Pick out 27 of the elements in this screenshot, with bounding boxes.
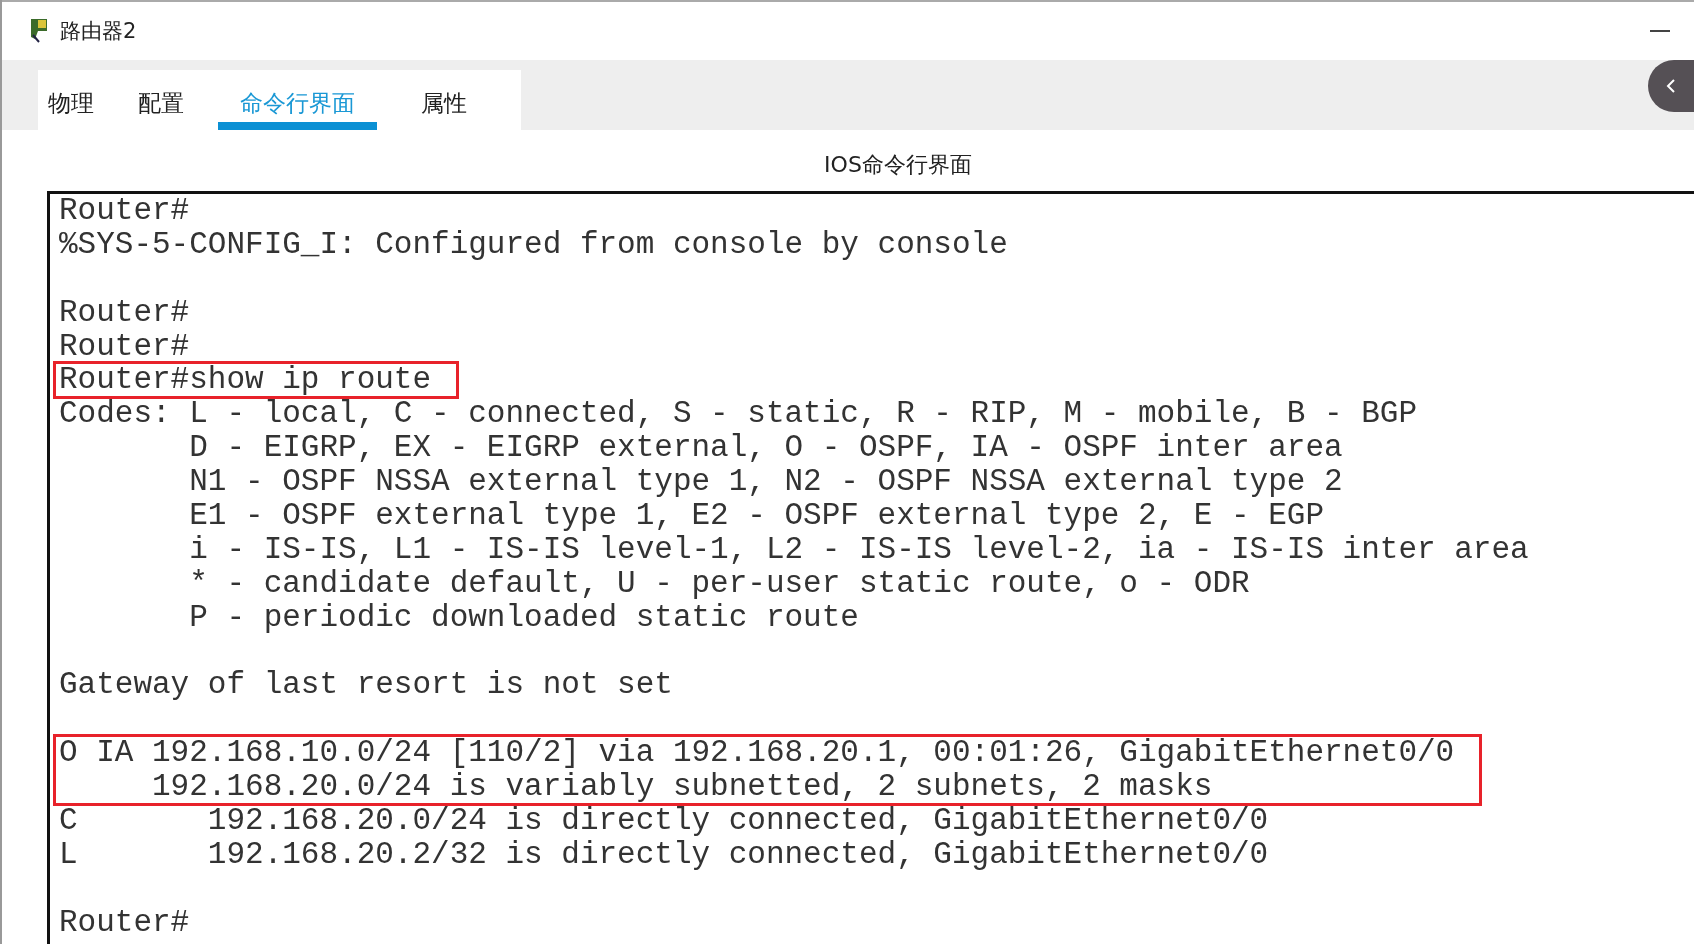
console-line: E1 - OSPF external type 1, E2 - OSPF external type 2, E - EGP xyxy=(188,499,1325,533)
tab[interactable]: 配置 xyxy=(138,70,184,130)
terminal-console[interactable] xyxy=(47,191,1694,944)
console-line: * - candidate default, U - per-user static route, o - ODR xyxy=(188,566,1251,601)
console-line: L 192.168.20.2/32 is directly connected, GigabitEthernet0/0 xyxy=(59,837,1270,872)
console-line: 192.168.20.0/24 is variably subnetted, 2 subnets, 2 masks xyxy=(151,770,1214,805)
chevron-left-icon xyxy=(1666,78,1676,94)
console-line: Gateway of last resort is not set xyxy=(59,668,674,703)
console-line: i - IS-IS, L1 - IS-IS level-1, L2 - IS-IS level-2, ia - IS-IS inter area xyxy=(188,532,1530,567)
console-line: O IA 192.168.10.0/24 [110/2] via 192.168.20.1, 00:01:26, GigabitEthernet0/0 xyxy=(59,736,1455,771)
console-line: Router# xyxy=(59,194,191,228)
tab[interactable]: 物理 xyxy=(48,70,94,130)
console-line: P - periodic downloaded static route xyxy=(188,600,860,635)
console-line: Codes: L - local, C - connected, S - static, R - RIP, M - mobile, B - BGP xyxy=(59,397,1419,432)
window-title: 路由器2 xyxy=(60,18,137,45)
collapse-button[interactable] xyxy=(1648,60,1694,112)
console-line: Router# xyxy=(59,329,191,364)
minimize-button[interactable] xyxy=(1650,29,1670,33)
tab[interactable]: 属性 xyxy=(421,70,467,130)
console-line: C 192.168.20.0/24 is directly connected, GigabitEthernet0/0 xyxy=(59,804,1270,838)
console-line: D - EIGRP, EX - EIGRP external, O - OSPF, IA - OSPF inter area xyxy=(188,431,1344,466)
panel-title: IOS命令行界面 xyxy=(823,151,973,179)
console-line: %SYS-5-CONFIG_I: Configured from console by console xyxy=(59,227,1009,262)
console-line: N1 - OSPF NSSA external type 1, N2 - OSPF NSSA external type 2 xyxy=(188,465,1344,499)
console-line: Router# xyxy=(59,905,191,940)
console-line: Router#show ip route xyxy=(59,363,432,398)
console-line: Router# xyxy=(59,295,191,330)
